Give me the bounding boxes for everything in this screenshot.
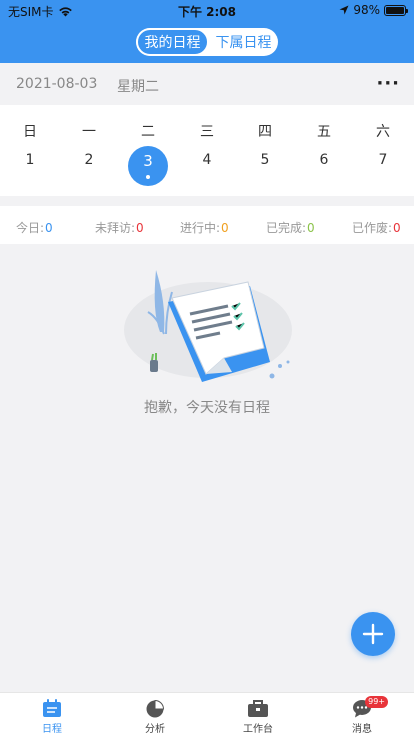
weekday-header: 三 (200, 124, 214, 140)
weekday-header: 六 (376, 124, 390, 140)
stat-completed[interactable]: 已完成:0 (266, 219, 315, 236)
tab-subordinate-schedule[interactable]: 下属日程 (209, 28, 278, 56)
stat-voided[interactable]: 已作废:0 (352, 219, 401, 236)
tab-label: 日程 (42, 724, 62, 735)
tab-label: 消息 (352, 724, 372, 735)
briefcase-icon (248, 700, 268, 717)
current-weekday: 星期二 (117, 79, 159, 95)
unread-badge: 99+ (365, 696, 388, 708)
selected-day-number: 3 (143, 152, 153, 170)
stat-value: 0 (45, 221, 53, 235)
location-arrow-icon (339, 5, 349, 15)
header: 无SIM卡 下午 2:08 98% 我的日程 下属日程 (0, 0, 414, 63)
battery-icon (384, 4, 408, 16)
calendar-day[interactable]: 7 (363, 152, 403, 168)
battery-level (386, 6, 404, 14)
calendar-day[interactable]: 2 (69, 152, 109, 168)
stat-value: 0 (221, 221, 229, 235)
tab-schedule[interactable]: 日程 (26, 699, 78, 735)
schedule-tab-switch: 我的日程 下属日程 (136, 28, 278, 56)
weekday-header: 一 (82, 124, 96, 140)
calendar-day[interactable]: 4 (187, 152, 227, 168)
stat-in-progress[interactable]: 进行中:0 (180, 219, 229, 236)
tab-analysis[interactable]: 分析 (129, 699, 181, 735)
weekday-header: 日 (23, 124, 37, 140)
tab-workbench[interactable]: 工作台 (232, 699, 284, 735)
stat-label: 进行中: (180, 221, 221, 235)
stat-not-visited[interactable]: 未拜访:0 (95, 219, 144, 236)
stat-label: 已完成: (266, 221, 307, 235)
battery-percent: 98% (353, 3, 380, 17)
empty-state-message: 抱歉，今天没有日程 (144, 400, 270, 416)
calendar-day[interactable]: 1 (10, 152, 50, 168)
bottom-tab-bar: 日程 分析 工作台 99+ 消息 (0, 692, 414, 736)
weekday-header: 五 (317, 124, 331, 140)
stat-label: 已作废: (352, 221, 393, 235)
stat-today[interactable]: 今日:0 (16, 219, 53, 236)
calendar-day[interactable]: 5 (245, 152, 285, 168)
stat-label: 今日: (16, 221, 45, 235)
add-schedule-button[interactable] (351, 612, 395, 656)
weekday-header: 二 (141, 124, 155, 140)
stat-value: 0 (393, 221, 401, 235)
calendar-day[interactable]: 6 (304, 152, 344, 168)
stat-value: 0 (307, 221, 315, 235)
tab-label: 分析 (145, 724, 165, 735)
pie-chart-icon (146, 699, 165, 718)
stat-value: 0 (136, 221, 144, 235)
current-date: 2021-08-03 (16, 76, 98, 92)
date-bar: 2021-08-03 星期二 ··· (0, 63, 414, 105)
weekday-header: 四 (258, 124, 272, 140)
calendar-day-selected[interactable]: 3 (128, 146, 168, 186)
calendar-icon (43, 699, 61, 717)
stat-label: 未拜访: (95, 221, 136, 235)
week-calendar: 日 一 二 三 四 五 六 1 2 4 5 6 7 (0, 105, 414, 196)
plus-icon (362, 623, 384, 645)
event-dot (146, 175, 150, 179)
tab-label: 工作台 (243, 724, 273, 735)
schedule-stats: 今日:0 未拜访:0 进行中:0 已完成:0 已作废:0 (0, 206, 414, 244)
status-bar: 无SIM卡 下午 2:08 98% (0, 0, 414, 20)
empty-schedule-illustration (124, 270, 292, 382)
tab-my-schedule[interactable]: 我的日程 (136, 28, 209, 56)
more-options-icon[interactable]: ··· (376, 73, 400, 94)
tab-messages[interactable]: 99+ 消息 (336, 696, 388, 735)
